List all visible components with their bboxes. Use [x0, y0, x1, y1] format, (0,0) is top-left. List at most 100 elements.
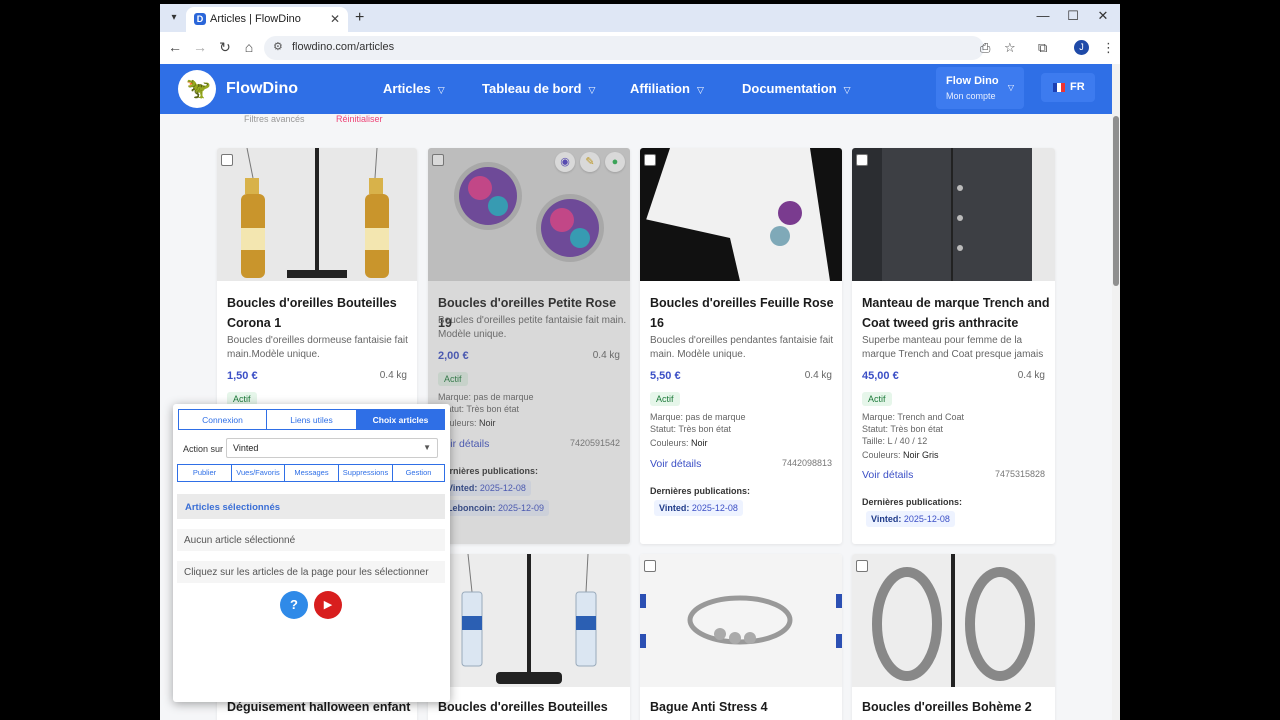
article-size: Taille: L / 40 / 12: [862, 436, 928, 446]
select-checkbox[interactable]: [644, 154, 656, 166]
article-image: [852, 148, 1055, 281]
article-image: [428, 554, 630, 687]
account-menu[interactable]: Flow Dino Mon compte ▽: [936, 67, 1024, 109]
subtab-messages[interactable]: Messages: [284, 464, 339, 482]
back-icon[interactable]: ←: [166, 39, 184, 55]
chevron-down-icon: ▽: [588, 85, 596, 95]
article-title: Boucles d'oreilles Bouteilles: [438, 700, 608, 714]
browser-menu-icon[interactable]: ⋮: [1102, 40, 1115, 56]
article-image: [217, 148, 417, 281]
publication-badge: Vinted: 2025-12-08: [654, 500, 743, 516]
tab-choix-articles[interactable]: Choix articles: [356, 409, 445, 430]
home-icon[interactable]: ⌂: [240, 39, 258, 55]
article-condition: Statut: Très bon état: [862, 424, 944, 434]
chevron-down-icon: ▽: [437, 85, 445, 95]
article-card[interactable]: Boucles d'oreilles Bouteilles: [428, 554, 630, 720]
site-header: 🦖 FlowDino Articles ▽ Tableau de bord ▽ Af…: [160, 64, 1112, 114]
article-image: [852, 554, 1055, 687]
article-description: Superbe manteau pour femme de la marque …: [862, 335, 1044, 360]
article-brand: Marque: pas de marque: [650, 412, 746, 422]
install-app-icon[interactable]: ⎙: [980, 40, 990, 56]
nav-articles[interactable]: Articles ▽: [383, 81, 445, 96]
site-info-icon[interactable]: ⚙: [273, 40, 283, 53]
browser-tab[interactable]: D Articles | FlowDino ✕: [186, 7, 348, 32]
tab-bar: ▾ D Articles | FlowDino ✕ + — ☐ ✕: [160, 4, 1120, 32]
bookmark-star-icon[interactable]: ☆: [1004, 40, 1016, 56]
url-field[interactable]: ⚙ flowdino.com/articles: [264, 36, 984, 60]
status-badge: Actif: [650, 392, 680, 406]
help-icon[interactable]: ?: [280, 591, 308, 619]
article-title: Manteau de marque Trench and Coat tweed …: [862, 296, 1050, 330]
language-label: FR: [1070, 81, 1085, 93]
french-flag-icon: [1053, 83, 1065, 92]
chevron-down-icon: ▽: [696, 85, 704, 95]
subtab-publier[interactable]: Publier: [177, 464, 232, 482]
select-checkbox[interactable]: [856, 154, 868, 166]
publication-badge: Vinted: 2025-12-08: [866, 511, 955, 527]
article-id: 7442098813: [781, 458, 832, 468]
article-description: Boucles d'oreilles dormeuse fantaisie fa…: [227, 335, 408, 360]
status-badge: Actif: [862, 392, 892, 406]
extensions-icon[interactable]: ⧉: [1038, 40, 1047, 56]
article-card[interactable]: Manteau de marque Trench and Coat tweed …: [852, 148, 1055, 544]
language-switch[interactable]: FR: [1041, 73, 1095, 102]
subtab-gestion[interactable]: Gestion: [392, 464, 445, 482]
brand-name[interactable]: FlowDino: [226, 80, 298, 98]
tab-search-icon[interactable]: ▾: [166, 10, 182, 26]
tab-liens-utiles[interactable]: Liens utiles: [266, 409, 357, 430]
advanced-filters-button[interactable]: Filtres avancés: [244, 114, 305, 122]
nav-affiliation[interactable]: Affiliation ▽: [630, 81, 704, 96]
account-sub: Mon compte: [946, 91, 996, 101]
tab-close-icon[interactable]: ✕: [330, 12, 340, 26]
article-colors: Couleurs: Noir Gris: [862, 450, 939, 460]
empty-selection-text: Aucun article sélectionné: [177, 529, 445, 551]
subtab-suppressions[interactable]: Suppressions: [338, 464, 393, 482]
extension-panel: ✕ Connexion Liens utiles Choix articles …: [173, 404, 450, 702]
account-name: Flow Dino: [946, 75, 999, 87]
article-weight: 0.4 kg: [1017, 370, 1045, 381]
article-weight: 0.4 kg: [804, 370, 832, 381]
article-id: 7475315828: [994, 469, 1045, 479]
article-description: Boucles d'oreilles pendantes fantaisie f…: [650, 335, 834, 360]
article-title: Boucles d'oreilles Feuille Rose 16: [650, 296, 834, 330]
selected-articles-header: Articles sélectionnés: [177, 494, 445, 519]
maximize-icon[interactable]: ☐: [1058, 8, 1088, 24]
forward-icon[interactable]: →: [191, 39, 209, 55]
article-price: 1,50 €: [227, 370, 258, 382]
article-title: Boucles d'oreilles Bouteilles Corona 1: [227, 296, 397, 330]
youtube-icon[interactable]: ▶: [314, 591, 342, 619]
article-price: 5,50 €: [650, 370, 681, 382]
hover-overlay: [428, 148, 630, 544]
nav-documentation[interactable]: Documentation ▽: [742, 81, 851, 96]
article-price: 45,00 €: [862, 370, 899, 382]
article-condition: Statut: Très bon état: [650, 424, 732, 434]
view-details-link[interactable]: Voir détails: [650, 458, 701, 470]
action-select[interactable]: Vinted ▼: [226, 438, 438, 458]
article-card[interactable]: Bague Anti Stress 4: [640, 554, 842, 720]
minimize-icon[interactable]: —: [1028, 8, 1058, 23]
select-checkbox[interactable]: [221, 154, 233, 166]
article-colors: Couleurs: Noir: [650, 438, 708, 448]
scrollbar-thumb[interactable]: [1113, 116, 1119, 286]
article-image: [640, 148, 842, 281]
article-title: Bague Anti Stress 4: [650, 700, 768, 714]
address-bar: ← → ↻ ⌂ ⚙ flowdino.com/articles ⎙ ☆ ⧉ J …: [160, 32, 1120, 65]
nav-tableau-de-bord[interactable]: Tableau de bord ▽: [482, 81, 595, 96]
latest-publications-label: Dernières publications:: [650, 486, 751, 496]
article-card[interactable]: Boucles d'oreilles Feuille Rose 16 Boucl…: [640, 148, 842, 544]
article-card[interactable]: ◉ ✎ ● Boucles d'oreilles Petite Rose 19 …: [428, 148, 630, 544]
tab-connexion[interactable]: Connexion: [178, 409, 267, 430]
close-window-icon[interactable]: ✕: [1088, 8, 1118, 24]
action-label: Action sur: [183, 444, 224, 454]
reload-icon[interactable]: ↻: [216, 39, 234, 56]
select-checkbox[interactable]: [856, 560, 868, 572]
profile-avatar[interactable]: J: [1074, 40, 1089, 55]
dino-logo-icon[interactable]: 🦖: [178, 70, 216, 108]
flowdino-favicon-icon: D: [194, 13, 206, 25]
new-tab-icon[interactable]: +: [355, 9, 364, 27]
article-card[interactable]: Boucles d'oreilles Bohème 2: [852, 554, 1055, 720]
subtab-vues-favoris[interactable]: Vues/Favoris: [231, 464, 285, 482]
reset-button[interactable]: Réinitialiser: [336, 114, 383, 122]
select-checkbox[interactable]: [644, 560, 656, 572]
view-details-link[interactable]: Voir détails: [862, 469, 913, 481]
